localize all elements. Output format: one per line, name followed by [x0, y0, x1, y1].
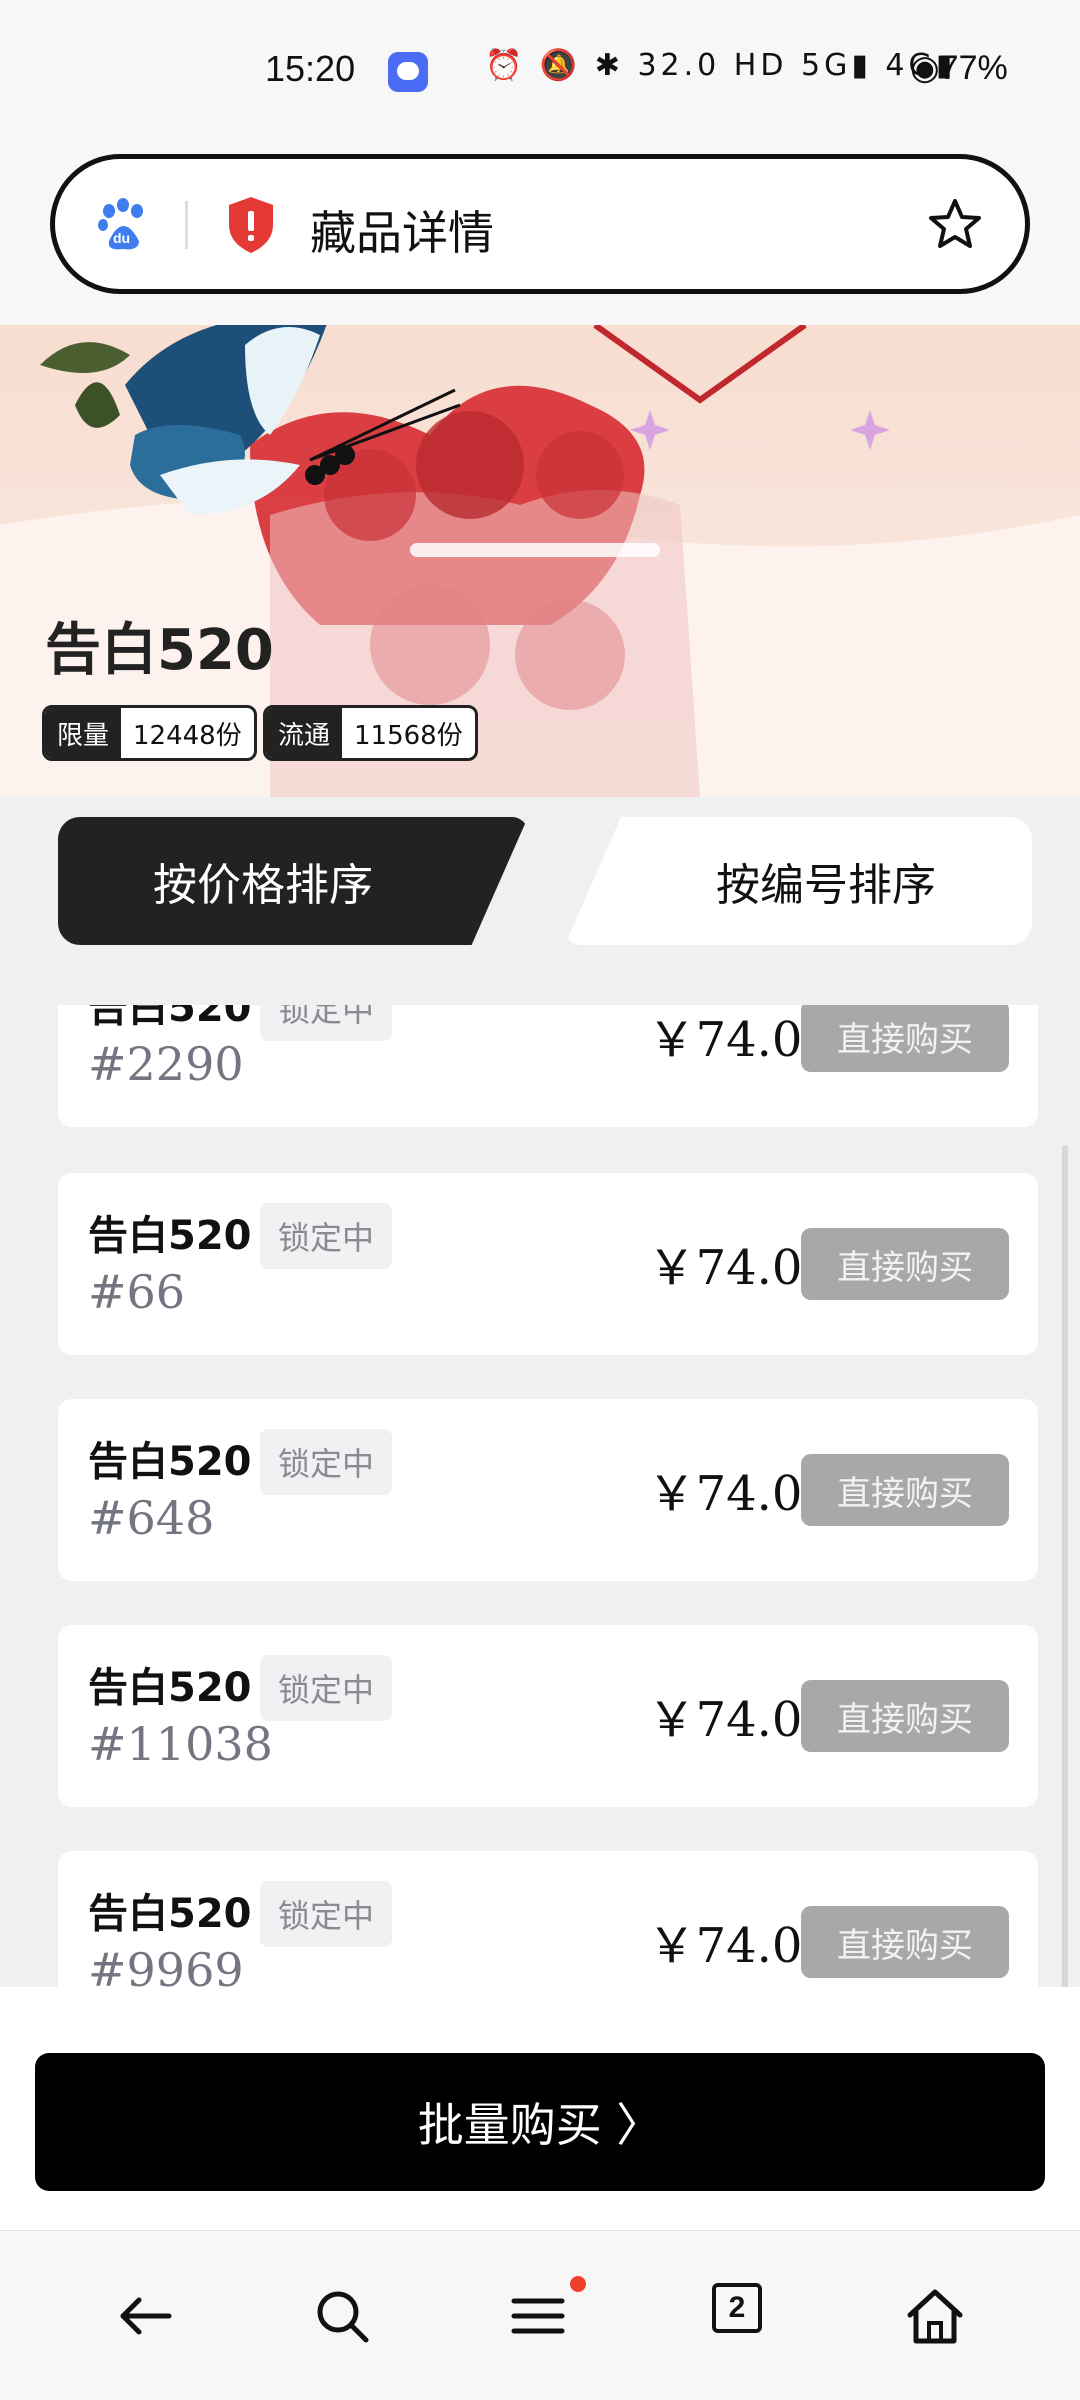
sort-tabs: 按价格排序 按编号排序: [0, 797, 1080, 1007]
item-price: ￥74.00: [647, 1240, 833, 1296]
address-bar[interactable]: du 藏品详情: [50, 154, 1030, 294]
circulation-badge: 流通 11568份: [263, 705, 478, 761]
item-number: #66: [88, 1265, 186, 1319]
bulk-buy-area: 批量购买 〉: [0, 1987, 1080, 2230]
item-status-tag: 锁定中: [260, 1005, 393, 1041]
item-price: ￥74.00: [647, 1466, 833, 1522]
list-item[interactable]: 告白520 锁定中 #648 ￥74.00 直接购买: [58, 1399, 1038, 1581]
search-button[interactable]: [302, 2276, 382, 2356]
drag-handle[interactable]: [410, 543, 660, 557]
limit-badge-value: 12448份: [133, 720, 242, 751]
circulation-badge-label: 流通: [266, 708, 343, 758]
item-name: 告白520: [88, 1891, 252, 1937]
browser-nav-bar: 2: [0, 2230, 1080, 2400]
item-number: #9969: [88, 1943, 244, 1987]
item-status-tag: 锁定中: [260, 1203, 393, 1269]
back-button[interactable]: [105, 2276, 185, 2356]
item-name: 告白520: [88, 1213, 252, 1259]
limit-badge: 限量 12448份: [42, 705, 257, 761]
item-number: #11038: [88, 1717, 273, 1771]
home-button[interactable]: [895, 2276, 975, 2356]
bulk-buy-button[interactable]: 批量购买 〉: [35, 2053, 1045, 2191]
list-item[interactable]: 告白520 锁定中 #11038 ￥74.00 直接购买: [58, 1625, 1038, 1807]
buy-now-button[interactable]: 直接购买: [801, 1454, 1009, 1526]
circulation-badge-value: 11568份: [354, 720, 463, 751]
item-number: #2290: [88, 1037, 244, 1091]
app-notification-icon: [388, 52, 428, 92]
item-name: 告白520: [88, 1665, 252, 1711]
buy-now-button[interactable]: 直接购买: [801, 1228, 1009, 1300]
tab-sort-by-number-label[interactable]: 按编号排序: [620, 817, 1032, 945]
collectible-hero: 告白520 限量 12448份 流通 11568份: [0, 325, 1080, 797]
item-price: ￥74.00: [647, 1012, 833, 1068]
status-bar: 15:20 ⏰ 🔕 ✱ 32.0 HD 5G▮ 4G▮ ◉77%: [0, 0, 1080, 140]
item-name: 告白520: [88, 1439, 252, 1485]
item-price: ￥74.00: [647, 1918, 833, 1974]
search-icon: [317, 2291, 369, 2343]
item-number: #648: [88, 1491, 215, 1545]
menu-icon: [511, 2298, 565, 2334]
item-status-tag: 锁定中: [260, 1429, 393, 1495]
browser-toolbar: du 藏品详情: [0, 140, 1080, 325]
buy-now-button[interactable]: 直接购买: [801, 1680, 1009, 1752]
item-name: 告白520: [88, 1005, 252, 1031]
item-price: ￥74.00: [647, 1692, 833, 1748]
list-item[interactable]: 告白520 锁定中 #2290 ￥74.00 直接购买: [58, 1005, 1038, 1127]
buy-now-button[interactable]: 直接购买: [801, 1906, 1009, 1978]
item-status-tag: 锁定中: [260, 1655, 393, 1721]
status-icons: ⏰ 🔕 ✱ 32.0 HD 5G▮ 4G▮: [485, 48, 957, 83]
status-time: 15:20: [265, 48, 356, 89]
bookmark-star-icon[interactable]: [925, 195, 985, 255]
limit-badge-label: 限量: [45, 708, 122, 758]
tab-sort-by-price-label[interactable]: 按价格排序: [58, 817, 468, 945]
menu-button[interactable]: [498, 2276, 578, 2356]
svg-text:du: du: [113, 230, 130, 246]
list-item[interactable]: 告白520 锁定中 #66 ￥74.00 直接购买: [58, 1173, 1038, 1355]
list-item[interactable]: 告白520 锁定中 #9969 ￥74.00 直接购买: [58, 1851, 1038, 1987]
page-title: 藏品详情: [310, 206, 494, 260]
menu-notification-dot: [570, 2276, 586, 2292]
item-status-tag: 锁定中: [260, 1881, 393, 1947]
buy-now-button[interactable]: 直接购买: [801, 1005, 1009, 1072]
listing-list[interactable]: 告白520 锁定中 #2290 ￥74.00 直接购买 告白520 锁定中 #6…: [0, 1005, 1080, 1987]
address-divider: [185, 201, 188, 249]
back-arrow-icon: [120, 2297, 172, 2335]
security-shield-icon[interactable]: [225, 195, 277, 255]
battery-indicator: ◉77%: [910, 49, 1008, 87]
home-icon: [907, 2289, 963, 2344]
collectible-title: 告白520: [45, 618, 274, 683]
tabs-button[interactable]: 2: [712, 2283, 762, 2333]
baidu-logo-icon: du: [98, 198, 143, 250]
